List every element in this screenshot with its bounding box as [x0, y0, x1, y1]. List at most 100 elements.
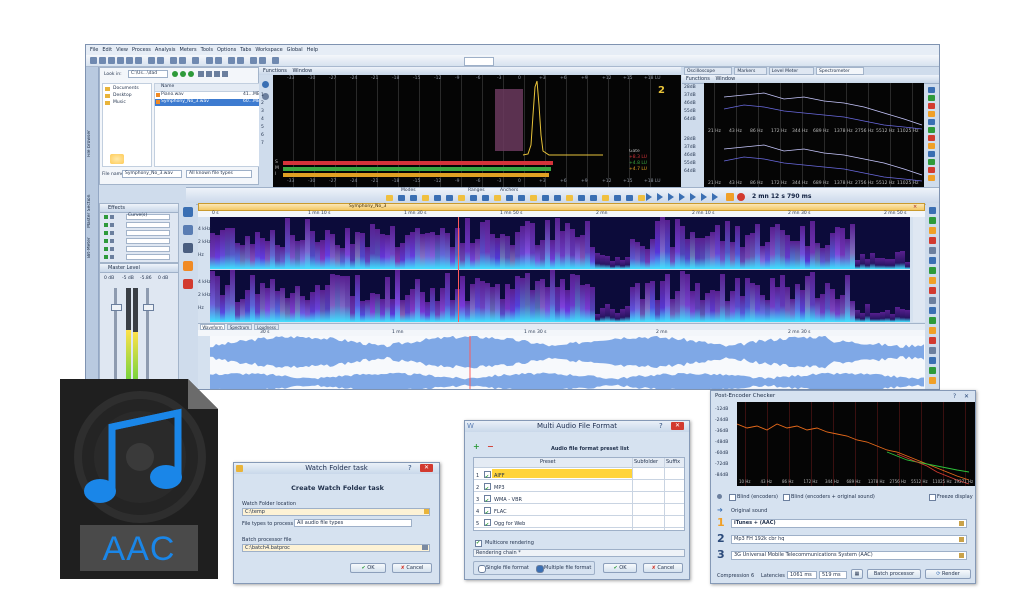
transport-tool-icon[interactable]	[506, 195, 513, 201]
new-icon[interactable]	[90, 57, 97, 64]
help-icon[interactable]: ?	[659, 422, 667, 430]
effect-slot-field[interactable]	[126, 230, 170, 236]
meter-tab[interactable]: Markers	[734, 67, 767, 75]
batch-file-input[interactable]: C:\batch4.batproc	[242, 544, 430, 552]
rss-icon[interactable]	[183, 261, 193, 271]
effects-icon[interactable]	[250, 57, 257, 64]
spec-tool-icon[interactable]	[928, 127, 935, 133]
close-icon[interactable]: ✕	[420, 464, 433, 472]
folder-location-input[interactable]: C:\temp	[242, 508, 430, 516]
effect-slot-field[interactable]	[126, 222, 170, 228]
right-tool-icon[interactable]	[929, 237, 936, 244]
batch-icon[interactable]	[259, 57, 266, 64]
preset-row[interactable]: 5 ✔ Ogg for Web	[474, 516, 684, 528]
transport-tool-icon[interactable]	[386, 195, 393, 201]
blind-original-checkbox[interactable]	[783, 494, 790, 501]
right-tool-icon[interactable]	[929, 327, 936, 334]
close-icon[interactable]: ✕	[671, 422, 684, 430]
redo-icon[interactable]	[157, 57, 164, 64]
look-in-select[interactable]: C:\Us...\dad	[128, 70, 168, 78]
details-icon[interactable]	[206, 71, 212, 77]
render-button[interactable]: ⟳ Render	[925, 569, 971, 579]
play-button[interactable]	[726, 193, 734, 201]
right-tool-icon[interactable]	[929, 337, 936, 344]
paste-icon[interactable]	[135, 57, 142, 64]
refresh-icon[interactable]	[214, 71, 220, 77]
encoder-select[interactable]: iTunes + (AAC)	[731, 519, 967, 528]
right-tool-icon[interactable]	[929, 227, 936, 234]
add-preset-icon[interactable]: +	[473, 443, 480, 451]
plugin-icon[interactable]	[183, 279, 193, 289]
transport-tool-icon[interactable]	[494, 195, 501, 201]
edit-icon[interactable]	[110, 255, 114, 259]
preset-checkbox[interactable]: ✔	[484, 471, 491, 480]
preset-checkbox[interactable]: ✔	[484, 483, 491, 492]
menu-analysis[interactable]: Analysis	[155, 45, 176, 55]
play-icon[interactable]	[179, 57, 186, 64]
edit-icon[interactable]	[110, 223, 114, 227]
encoder-select[interactable]: Mp3 FH 192k cbr hq	[731, 535, 967, 544]
effect-slot-field[interactable]	[126, 238, 170, 244]
file-types-select[interactable]: All known file types	[186, 170, 252, 178]
file-name-input[interactable]: Symphony_No_3.wav	[122, 170, 182, 178]
right-tool-icon[interactable]	[929, 267, 936, 274]
view-icon[interactable]	[198, 71, 204, 77]
cut-icon[interactable]	[117, 57, 124, 64]
tree-item[interactable]: Documents	[105, 86, 149, 93]
spec-tool-icon[interactable]	[928, 167, 935, 173]
transport-tool-icon[interactable]	[446, 195, 453, 201]
spectrum-icon[interactable]	[228, 57, 235, 64]
transport-tool-icon[interactable]	[638, 195, 645, 201]
preset-row[interactable]: 4 ✔ FLAC	[474, 504, 684, 516]
original-sound-label[interactable]: Original sound	[731, 508, 767, 514]
master-section-tab[interactable]: Master Section	[87, 194, 92, 228]
close-icon[interactable]: ✕	[964, 393, 972, 400]
file-row[interactable]: Piano.wav 41...MB	[155, 92, 260, 99]
power-icon[interactable]	[104, 255, 108, 259]
tree-item[interactable]: Desktop	[105, 93, 149, 100]
power-icon[interactable]	[104, 239, 108, 243]
spec-tool-icon[interactable]	[928, 103, 935, 109]
back-icon[interactable]	[172, 71, 178, 77]
menu-meters[interactable]: Meters	[180, 45, 197, 55]
filter-icon[interactable]	[222, 71, 228, 77]
right-tool-icon[interactable]	[929, 257, 936, 264]
tracks-tool-icon[interactable]	[183, 243, 193, 253]
bit-meter-tab[interactable]: Bit-Meter	[87, 237, 92, 258]
transport-tool-icon[interactable]	[518, 195, 525, 201]
preset-checkbox[interactable]: ✔	[484, 507, 491, 516]
browse-folder-icon[interactable]	[424, 509, 429, 514]
right-tool-icon[interactable]	[929, 347, 936, 354]
spec-tool-icon[interactable]	[928, 151, 935, 157]
right-tool-icon[interactable]	[929, 217, 936, 224]
rewind-icon[interactable]	[646, 193, 652, 201]
edit-icon[interactable]	[110, 231, 114, 235]
spec-tool-icon[interactable]	[928, 119, 935, 125]
transport-tool-icon[interactable]	[614, 195, 621, 201]
transport-tool-icon[interactable]	[542, 195, 549, 201]
open-icon[interactable]	[99, 57, 106, 64]
suffix-column-header[interactable]: Suffix	[666, 459, 680, 465]
spec-tool-icon[interactable]	[928, 135, 935, 141]
menu-help[interactable]: Help	[307, 45, 318, 55]
spec-tool-icon[interactable]	[928, 95, 935, 101]
menu-tabs[interactable]: Tabs	[240, 45, 251, 55]
right-tool-icon[interactable]	[929, 377, 936, 384]
effect-slot[interactable]	[104, 230, 174, 237]
encoder-select[interactable]: 3G Universal Mobile Telecommunications S…	[731, 551, 967, 560]
transport-tool-icon[interactable]	[566, 195, 573, 201]
loop-icon[interactable]	[701, 193, 707, 201]
ok-button[interactable]: ✔ OK	[603, 563, 637, 573]
cancel-button[interactable]: ✘ Cancel	[643, 563, 683, 573]
play-icon[interactable]	[668, 193, 674, 201]
remove-preset-icon[interactable]: −	[487, 443, 494, 451]
help-icon[interactable]: ?	[408, 464, 416, 472]
help-icon[interactable]	[272, 57, 279, 64]
right-tool-icon[interactable]	[929, 297, 936, 304]
close-tab-icon[interactable]: ×	[913, 205, 918, 210]
power-icon[interactable]	[104, 247, 108, 251]
forward-icon[interactable]	[679, 193, 685, 201]
ok-button[interactable]: ✔ OK	[350, 563, 386, 573]
transport-tool-icon[interactable]	[602, 195, 609, 201]
preset-checkbox[interactable]: ✔	[484, 519, 491, 528]
